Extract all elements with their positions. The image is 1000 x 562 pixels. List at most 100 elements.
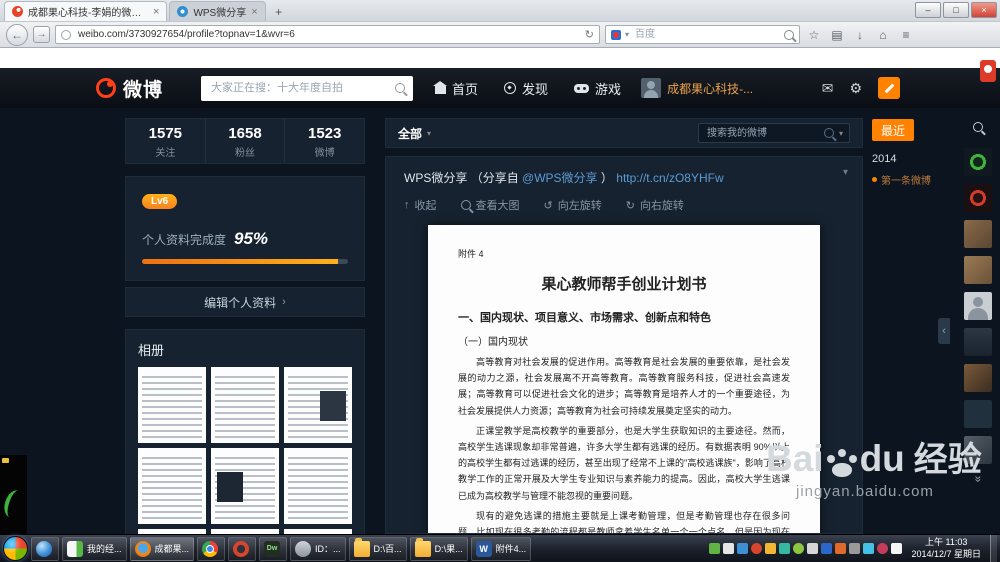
rotate-right-action[interactable]: ↻ 向右旋转	[626, 197, 684, 213]
search-magnifier-icon[interactable]	[784, 29, 794, 40]
back-button[interactable]: ←	[6, 23, 28, 46]
level-badge[interactable]: Lv6	[142, 194, 178, 209]
url-bar[interactable]: ↻	[55, 25, 600, 44]
tray-icon[interactable]	[793, 543, 805, 554]
weibo-search-magnifier-icon[interactable]	[395, 83, 406, 93]
menu-icon[interactable]: ≡	[897, 26, 915, 44]
taskbar-item-my-jingyan[interactable]: 我的经...	[62, 536, 127, 561]
tray-icon[interactable]	[877, 543, 889, 554]
feed-search-input[interactable]	[705, 126, 819, 140]
timeline-year[interactable]: 2014	[872, 153, 942, 165]
tray-icon[interactable]	[849, 543, 861, 554]
new-tab-button[interactable]: +	[268, 3, 290, 21]
reload-icon[interactable]: ↻	[585, 28, 594, 41]
tray-icon[interactable]	[821, 543, 833, 554]
weibo-search-input[interactable]	[209, 81, 390, 95]
search-input[interactable]	[633, 28, 780, 41]
rail-thumbnail[interactable]	[964, 148, 992, 176]
stat-followers[interactable]: 1658 粉丝	[206, 119, 286, 163]
site-identity-icon[interactable]	[61, 29, 71, 40]
tray-icon[interactable]	[779, 543, 791, 554]
home-icon[interactable]: ⌂	[874, 26, 892, 44]
timeline-first-weibo[interactable]: 第一条微博	[872, 172, 942, 187]
nav-item-games[interactable]: 游戏	[574, 79, 621, 98]
float-red-badge-icon[interactable]	[980, 60, 996, 82]
taskbar-item-opera[interactable]	[228, 536, 257, 561]
bookmarks-menu-icon[interactable]: ▤	[828, 26, 846, 44]
rail-thumbnail[interactable]	[964, 292, 992, 320]
album-photo[interactable]	[211, 448, 279, 524]
tray-icon[interactable]	[863, 543, 875, 554]
collapse-action[interactable]: ↑ 收起	[404, 197, 437, 213]
user-menu[interactable]: 成都果心科技-...	[641, 78, 753, 98]
search-engine-icon[interactable]	[611, 29, 621, 40]
weibo-search-box[interactable]	[201, 75, 414, 101]
album-photo[interactable]	[284, 367, 352, 443]
tray-icon[interactable]	[723, 543, 735, 554]
settings-gear-icon[interactable]: ⚙	[849, 80, 862, 97]
weibo-logo[interactable]: 微博	[96, 75, 163, 102]
post-mention-link[interactable]: @WPS微分享	[522, 171, 598, 185]
tray-icon[interactable]	[709, 543, 721, 554]
show-desktop-button[interactable]	[990, 534, 997, 562]
taskbar-clock[interactable]: 上午 11:03 2014/12/7 星期日	[905, 537, 987, 560]
tray-icon[interactable]	[737, 543, 749, 554]
feed-search-caret-icon[interactable]: ▾	[839, 129, 843, 138]
taskbar-item-folder-baidu[interactable]: D:\百...	[348, 536, 407, 561]
album-photo[interactable]	[138, 367, 206, 443]
taskbar-item-browser-sphere[interactable]	[31, 536, 59, 561]
view-large-action[interactable]: 查看大图	[460, 197, 520, 213]
tab-close-icon[interactable]: ×	[153, 6, 159, 18]
collapse-handle[interactable]: ‹	[938, 318, 950, 344]
feed-search-magnifier-icon[interactable]	[823, 128, 834, 138]
downloads-icon[interactable]: ↓	[851, 26, 869, 44]
post-short-link[interactable]: http://t.cn/zO8YHFw	[616, 171, 723, 185]
tray-icon[interactable]	[765, 543, 777, 554]
edit-profile-link[interactable]: 编辑个人资料 ›	[125, 287, 365, 317]
nav-item-discover[interactable]: 发现	[504, 79, 548, 98]
url-input[interactable]	[76, 28, 580, 41]
rail-thumbnail[interactable]	[964, 184, 992, 212]
engine-caret-icon[interactable]: ▾	[625, 30, 629, 39]
tray-icon[interactable]	[891, 543, 903, 554]
document-preview[interactable]: 附件 4 果心教师帮手创业计划书 一、国内现状、项目意义、市场需求、创新点和特色…	[428, 225, 820, 533]
album-photo[interactable]	[284, 448, 352, 524]
rail-thumbnail[interactable]	[964, 400, 992, 428]
album-photo[interactable]	[138, 448, 206, 524]
post-author[interactable]: WPS微分享	[404, 171, 467, 185]
compose-button[interactable]	[878, 77, 900, 99]
recent-button[interactable]: 最近	[872, 119, 914, 141]
rail-thumbnail[interactable]	[964, 220, 992, 248]
bookmark-star-icon[interactable]: ☆	[805, 26, 823, 44]
mail-icon[interactable]: ✉	[822, 80, 834, 97]
post-collapse-caret-icon[interactable]: ▾	[843, 167, 848, 178]
mini-player-thumbnail[interactable]	[0, 455, 27, 534]
taskbar-item-id[interactable]: ID：...	[290, 536, 346, 561]
tab-weibo-profile[interactable]: 成都果心科技-李娟的微博... ×	[4, 1, 168, 21]
rail-thumbnail[interactable]	[964, 364, 992, 392]
rail-thumbnail[interactable]	[964, 328, 992, 356]
search-bar[interactable]: ▾	[605, 25, 800, 44]
taskbar-item-folder-guo[interactable]: D:\果...	[409, 536, 468, 561]
close-button[interactable]: ×	[971, 2, 997, 18]
forward-button[interactable]: →	[33, 26, 50, 43]
minimize-button[interactable]: –	[915, 2, 941, 18]
taskbar-item-word-doc[interactable]: W 附件4...	[470, 536, 532, 561]
tab-close-icon[interactable]: ×	[251, 6, 257, 18]
maximize-button[interactable]: □	[943, 2, 969, 18]
tray-icon[interactable]	[807, 543, 819, 554]
tray-icon[interactable]	[835, 543, 847, 554]
rail-search-icon[interactable]	[965, 114, 991, 140]
tab-wps-share[interactable]: WPS微分享 ×	[169, 1, 266, 21]
filter-all-dropdown[interactable]: 全部 ▾	[398, 125, 431, 142]
album-photo[interactable]	[211, 367, 279, 443]
taskbar-item-chrome[interactable]	[197, 536, 226, 561]
rotate-left-action[interactable]: ↺ 向左旋转	[544, 197, 602, 213]
start-button[interactable]	[3, 536, 28, 561]
rail-thumbnail[interactable]	[964, 256, 992, 284]
feed-search-box[interactable]: ▾	[698, 123, 850, 143]
nav-item-home[interactable]: 首页	[433, 79, 478, 98]
stat-following[interactable]: 1575 关注	[126, 119, 206, 163]
taskbar-item-dreamweaver[interactable]: Dw	[259, 536, 288, 561]
taskbar-item-firefox-weibo[interactable]: 成都果...	[129, 536, 195, 561]
